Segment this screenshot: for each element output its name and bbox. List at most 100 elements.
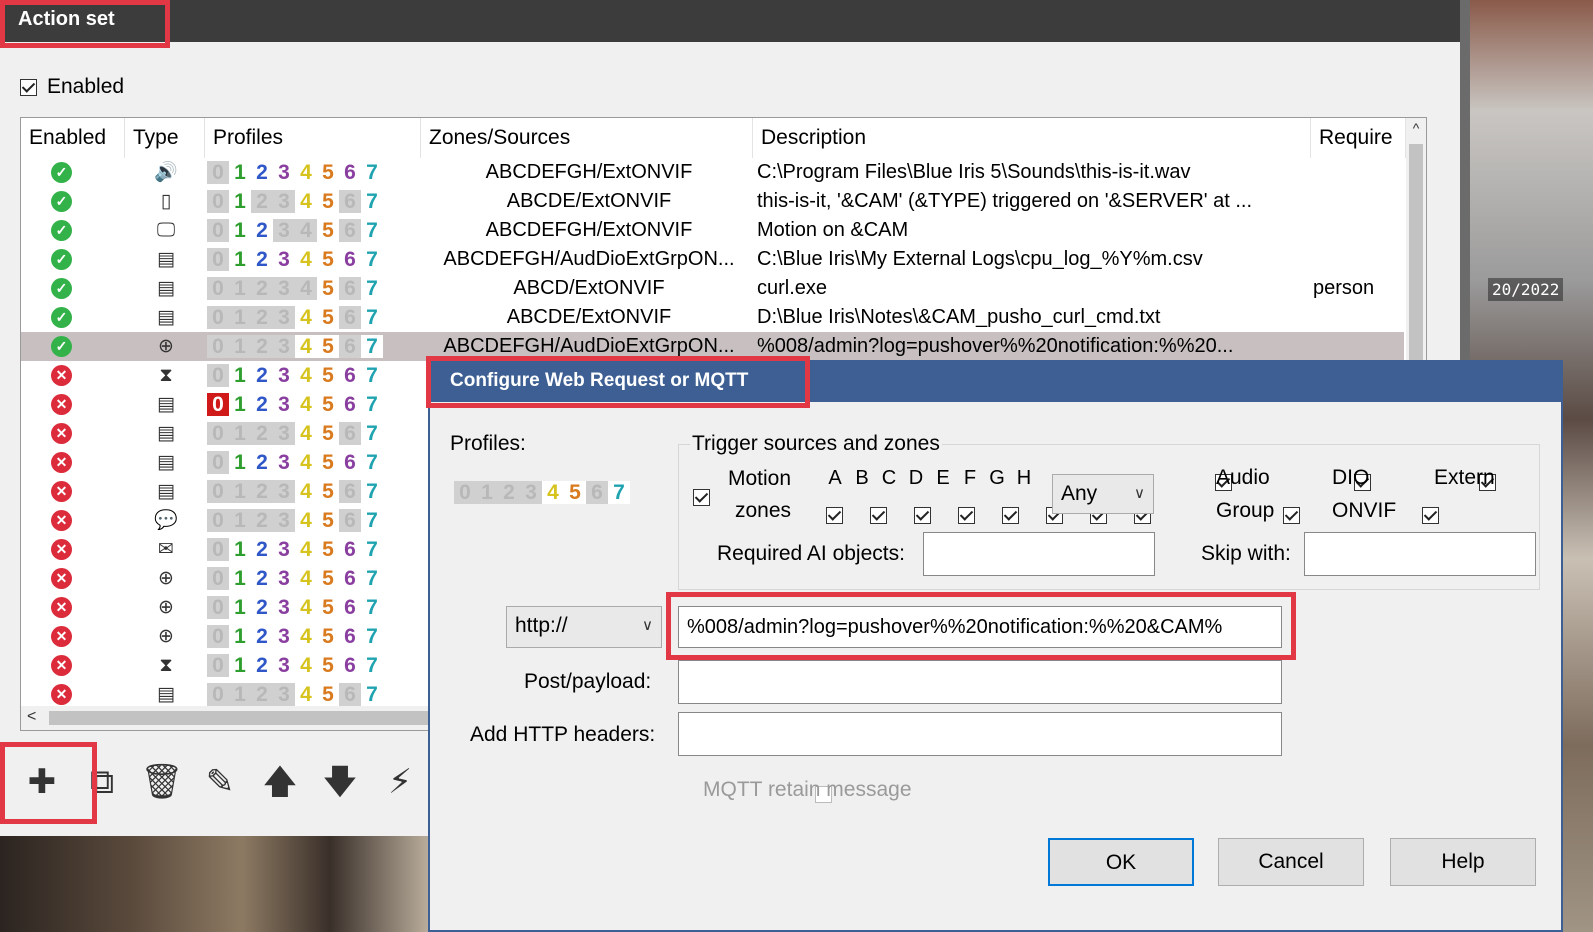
- row-profile-digit: 6: [339, 625, 361, 649]
- row-profile-digit: 3: [273, 277, 295, 301]
- action-set-titlebar[interactable]: Action set: [0, 0, 1460, 42]
- http-headers-label: Add HTTP headers:: [470, 723, 656, 746]
- disabled-x-icon[interactable]: ✕: [51, 365, 72, 387]
- dialog-profile-digit: 0: [454, 480, 476, 504]
- table-row[interactable]: ✓ 🖵 0 1 2 3 4 5 6 7 ABCDEFGH/ExtONVIF Motion on &CA…: [21, 216, 1404, 245]
- document-icon: ▤: [157, 451, 175, 473]
- audio-label: Audio: [1216, 466, 1270, 489]
- disabled-x-icon[interactable]: ✕: [51, 684, 72, 706]
- zone-checkbox[interactable]: [1002, 506, 1019, 524]
- row-require: [1313, 158, 1403, 187]
- row-profile-digit: 4: [295, 190, 317, 214]
- row-description: C:\Program Files\Blue Iris 5\Sounds\this…: [757, 161, 1191, 183]
- mqtt-retain-label: MQTT retain message: [703, 778, 912, 801]
- enabled-check-icon[interactable]: ✓: [51, 336, 72, 358]
- disabled-x-icon[interactable]: ✕: [51, 539, 72, 561]
- row-profile-digit: 3: [273, 683, 295, 707]
- enabled-check-icon[interactable]: ✓: [51, 220, 72, 242]
- row-profile-digit: 1: [229, 567, 251, 591]
- enabled-check-icon[interactable]: ✓: [51, 162, 72, 184]
- onvif-checkbox[interactable]: [1422, 506, 1440, 524]
- skip-with-input[interactable]: [1304, 532, 1536, 576]
- column-header[interactable]: Profiles: [205, 118, 421, 158]
- enabled-checkbox[interactable]: [20, 78, 37, 96]
- row-profile-digit: 4: [295, 422, 317, 446]
- row-description: Motion on &CAM: [757, 219, 909, 241]
- row-profile-digit: 5: [317, 161, 339, 185]
- protocol-select[interactable]: http:// ∨: [506, 606, 662, 648]
- table-row[interactable]: ✓ ▤ 0 1 2 3 4 5 6 7 ABCDE/ExtONVIF D:\Blue Iris\Not…: [21, 303, 1404, 332]
- zone-letter: C: [881, 467, 897, 489]
- zone-checkbox[interactable]: [870, 506, 887, 524]
- document-icon: ▤: [157, 683, 175, 705]
- globe-icon: ⊕: [158, 335, 174, 357]
- motion-zones-checkbox[interactable]: [693, 488, 710, 506]
- disabled-x-icon[interactable]: ✕: [51, 481, 72, 503]
- post-payload-input[interactable]: [678, 660, 1282, 704]
- row-profile-digit: 0: [207, 335, 229, 359]
- table-row[interactable]: ✓ 🔊 0 1 2 3 4 5 6 7 ABCDEFGH/ExtONVIF C:\Program Fi…: [21, 158, 1404, 187]
- row-profile-digit: 5: [317, 538, 339, 562]
- disabled-x-icon[interactable]: ✕: [51, 394, 72, 416]
- row-profile-digit: 3: [273, 538, 295, 562]
- row-profiles: 01234567: [207, 303, 417, 332]
- row-profile-digit: 0: [207, 567, 229, 591]
- row-profile-digit: 2: [251, 509, 273, 533]
- disabled-x-icon[interactable]: ✕: [51, 423, 72, 445]
- disabled-x-icon[interactable]: ✕: [51, 655, 72, 677]
- row-profile-digit: 2: [251, 248, 273, 272]
- row-profile-digit: 5: [317, 625, 339, 649]
- zones-select[interactable]: Any ∨: [1052, 474, 1154, 514]
- row-profile-digit: 6: [339, 364, 361, 388]
- enabled-check-icon[interactable]: ✓: [51, 249, 72, 271]
- row-profiles: 01234567: [207, 564, 417, 593]
- enabled-check-icon[interactable]: ✓: [51, 191, 72, 213]
- disabled-x-icon[interactable]: ✕: [51, 452, 72, 474]
- column-header[interactable]: Require: [1311, 118, 1406, 158]
- ok-button[interactable]: OK: [1048, 838, 1194, 886]
- enabled-check-icon[interactable]: ✓: [51, 307, 72, 329]
- motion-label: Motion: [728, 467, 792, 490]
- column-header[interactable]: Description: [753, 118, 1311, 158]
- help-button[interactable]: Help: [1390, 838, 1536, 886]
- row-profile-digit: 1: [229, 596, 251, 620]
- arrow-down-icon[interactable]: 🡇: [316, 758, 364, 806]
- column-header[interactable]: Enabled: [21, 118, 125, 158]
- required-ai-input[interactable]: [923, 532, 1155, 576]
- extern-label: Extern: [1434, 466, 1495, 489]
- disabled-x-icon[interactable]: ✕: [51, 568, 72, 590]
- group-checkbox[interactable]: [1283, 506, 1301, 524]
- zone-checkbox[interactable]: [826, 506, 843, 524]
- row-profile-digit: 1: [229, 480, 251, 504]
- table-row[interactable]: ✓ ▤ 0 1 2 3 4 5 6 7 ABCDEFGH/AudDioExtGrpON... C:\B…: [21, 245, 1404, 274]
- camera-timestamp: 20/2022: [1488, 278, 1564, 301]
- zone-checkbox[interactable]: [958, 506, 975, 524]
- trash-icon[interactable]: 🗑: [138, 758, 186, 806]
- monitor-icon: 🖵: [156, 219, 176, 241]
- cancel-button[interactable]: Cancel: [1218, 838, 1364, 886]
- row-profile-digit: 1: [229, 393, 251, 417]
- column-header[interactable]: Type: [125, 118, 205, 158]
- enabled-checkbox-row[interactable]: Enabled: [20, 75, 124, 99]
- row-profile-digit: 4: [295, 509, 317, 533]
- edit-icon[interactable]: ✎: [196, 758, 244, 806]
- disabled-x-icon[interactable]: ✕: [51, 510, 72, 532]
- row-profile-digit: 1: [229, 451, 251, 475]
- column-header[interactable]: Zones/Sources: [421, 118, 753, 158]
- disabled-x-icon[interactable]: ✕: [51, 626, 72, 648]
- arrow-up-icon[interactable]: 🡅: [256, 758, 304, 806]
- scroll-left-icon[interactable]: <: [27, 708, 36, 726]
- zone-checkbox[interactable]: [914, 506, 931, 524]
- row-profile-digit: 2: [251, 422, 273, 446]
- scroll-up-icon[interactable]: ^: [1408, 120, 1424, 136]
- row-profile-digit: 0: [207, 596, 229, 620]
- dialog-profiles-selector[interactable]: 01234567: [454, 480, 630, 504]
- enabled-check-icon[interactable]: ✓: [51, 278, 72, 300]
- row-profile-digit: 2: [251, 480, 273, 504]
- http-headers-input[interactable]: [678, 712, 1282, 756]
- table-row[interactable]: ✓ ▤ 0 1 2 3 4 5 6 7 ABCD/ExtONVIF curl.exe person: [21, 274, 1404, 303]
- disabled-x-icon[interactable]: ✕: [51, 597, 72, 619]
- table-row[interactable]: ✓ ▯ 0 1 2 3 4 5 6 7 ABCDE/ExtONVIF this-is-it, '&CA…: [21, 187, 1404, 216]
- lightning-icon[interactable]: ⚡: [376, 758, 424, 806]
- row-profile-digit: 4: [295, 306, 317, 330]
